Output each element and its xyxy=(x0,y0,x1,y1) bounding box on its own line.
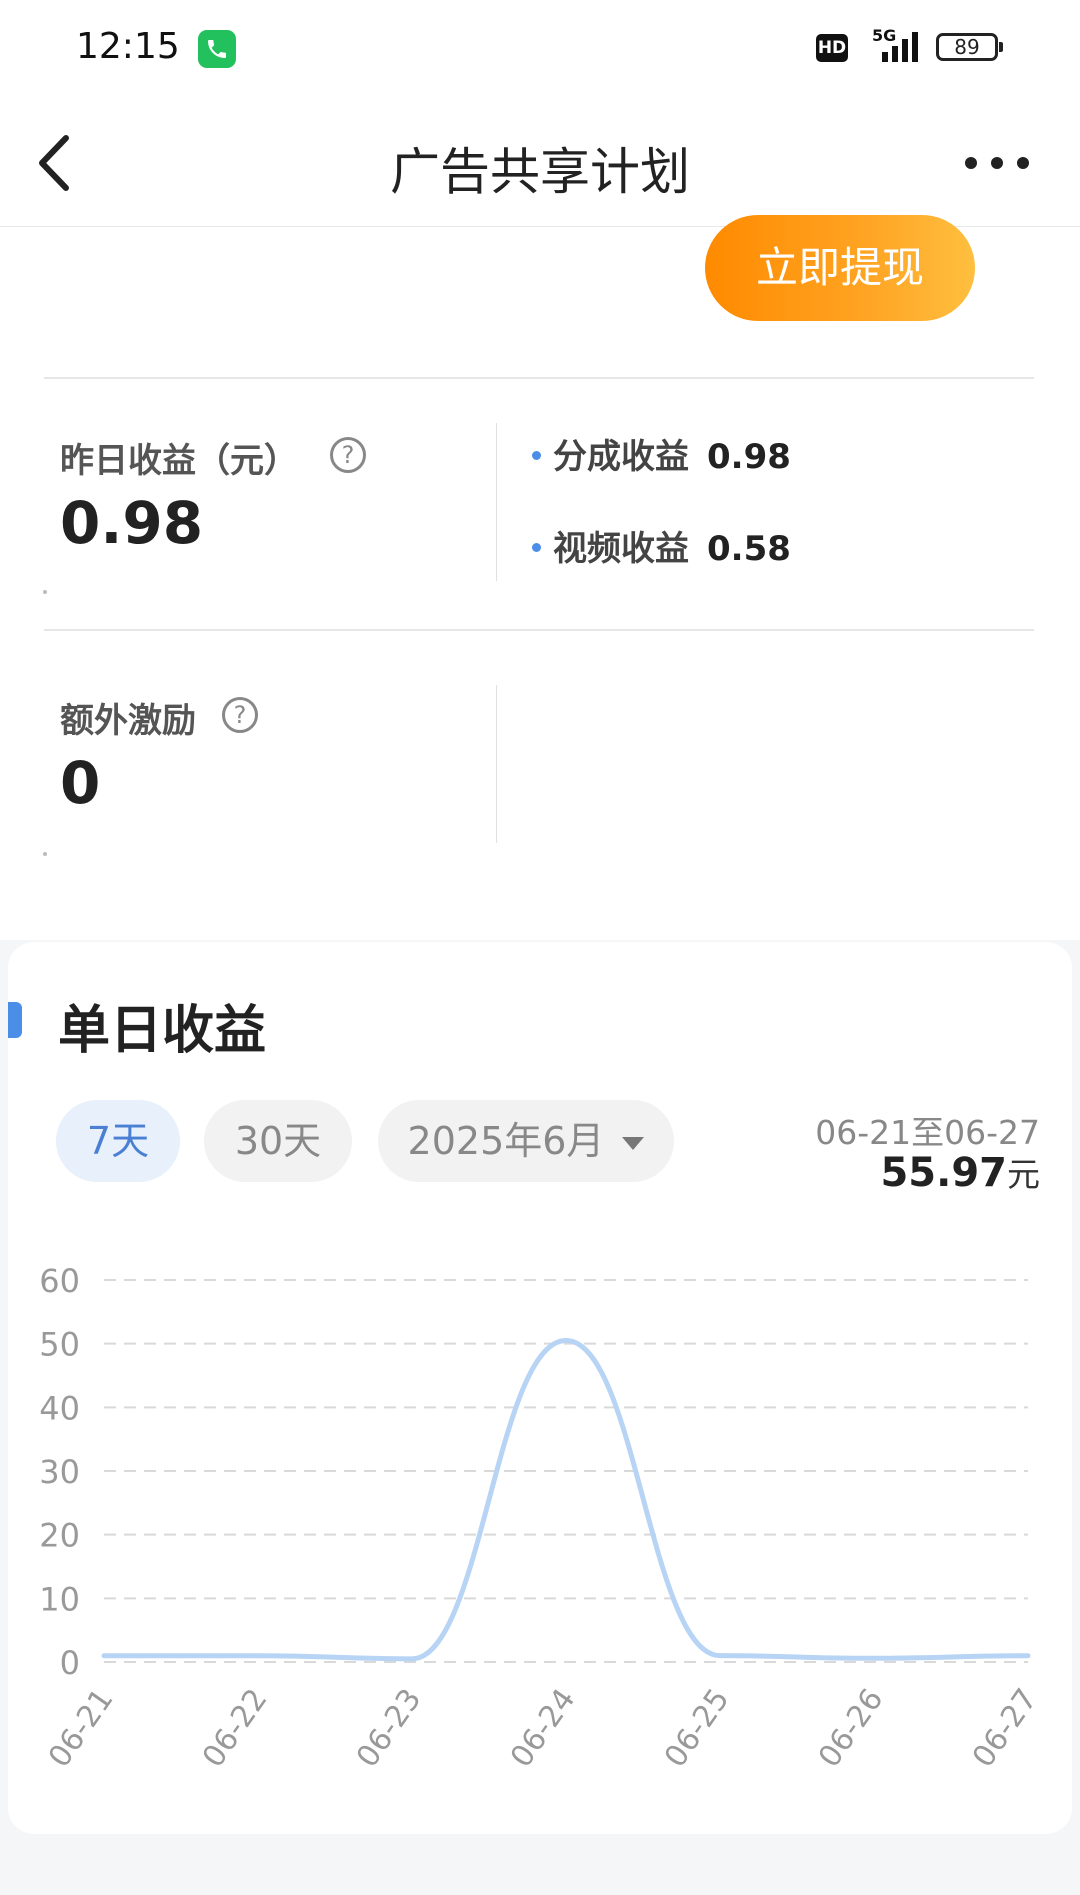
y-tick-label: 50 xyxy=(39,1326,80,1364)
nav-bar: 广告共享计划 xyxy=(0,100,1080,227)
y-tick-label: 20 xyxy=(39,1517,80,1555)
daily-earnings-card: 单日收益 7天 30天 2025年6月 06-21至06-27 55.97元 0… xyxy=(8,942,1072,1834)
breakdown-item: 分成收益 0.98 xyxy=(532,429,791,478)
x-tick-label: 06-23 xyxy=(350,1683,429,1774)
help-icon[interactable]: ? xyxy=(330,437,366,473)
signal-icon xyxy=(882,32,918,62)
battery-icon: 89 xyxy=(936,33,998,61)
bullet-dot xyxy=(532,543,541,552)
x-tick-label: 06-27 xyxy=(966,1683,1045,1774)
phone-call-icon[interactable] xyxy=(198,30,236,68)
y-tick-label: 10 xyxy=(39,1580,80,1618)
battery-tip xyxy=(999,42,1003,52)
x-tick-label: 06-22 xyxy=(196,1683,275,1774)
y-tick-label: 30 xyxy=(39,1453,80,1491)
series-line xyxy=(101,1337,1031,1662)
status-bar: 12:15 HD 5G 89 xyxy=(0,0,1080,100)
yesterday-earnings-value: 0.98 xyxy=(60,489,204,557)
x-tick-label: 06-26 xyxy=(812,1683,891,1774)
y-tick-label: 0 xyxy=(60,1644,80,1682)
vertical-divider xyxy=(496,685,497,843)
breakdown-label: 视频收益 xyxy=(553,529,689,569)
breakdown-label: 分成收益 xyxy=(553,437,689,477)
x-tick-label: 06-25 xyxy=(658,1683,737,1774)
decor-dot xyxy=(43,590,47,594)
breakdown-item: 视频收益 0.58 xyxy=(532,521,791,570)
status-time: 12:15 xyxy=(76,26,180,67)
extra-incentive-label: 额外激励 xyxy=(60,701,196,741)
help-icon[interactable]: ? xyxy=(222,697,258,733)
yesterday-earnings-label: 昨日收益（元） xyxy=(60,441,298,481)
more-options-icon[interactable] xyxy=(962,150,1032,176)
extra-incentive-value: 0 xyxy=(60,749,101,817)
decor-dot xyxy=(43,852,47,856)
divider xyxy=(44,629,1034,631)
x-tick-label: 06-24 xyxy=(504,1683,583,1774)
divider xyxy=(44,377,1034,379)
bottom-strip xyxy=(0,1834,1080,1895)
earnings-summary-card: 立即提现 昨日收益（元） ? 0.98 分成收益 0.98 视频收益 0.58 额外… xyxy=(0,215,1080,940)
daily-earnings-chart: 0 10 20 30 40 50 60 06-21 06-22 06-23 06-24 06-25 06… xyxy=(39,1262,1045,1774)
page-title: 广告共享计划 xyxy=(390,143,690,201)
vertical-divider xyxy=(496,423,497,581)
withdraw-button[interactable]: 立即提现 xyxy=(705,215,975,321)
hd-voice-icon: HD xyxy=(816,34,848,62)
bullet-dot xyxy=(532,451,541,460)
breakdown-value: 0.98 xyxy=(707,437,791,477)
x-tick-label: 06-21 xyxy=(42,1683,121,1774)
breakdown-value: 0.58 xyxy=(707,529,791,569)
y-tick-label: 60 xyxy=(39,1262,80,1300)
y-tick-label: 40 xyxy=(39,1389,80,1427)
